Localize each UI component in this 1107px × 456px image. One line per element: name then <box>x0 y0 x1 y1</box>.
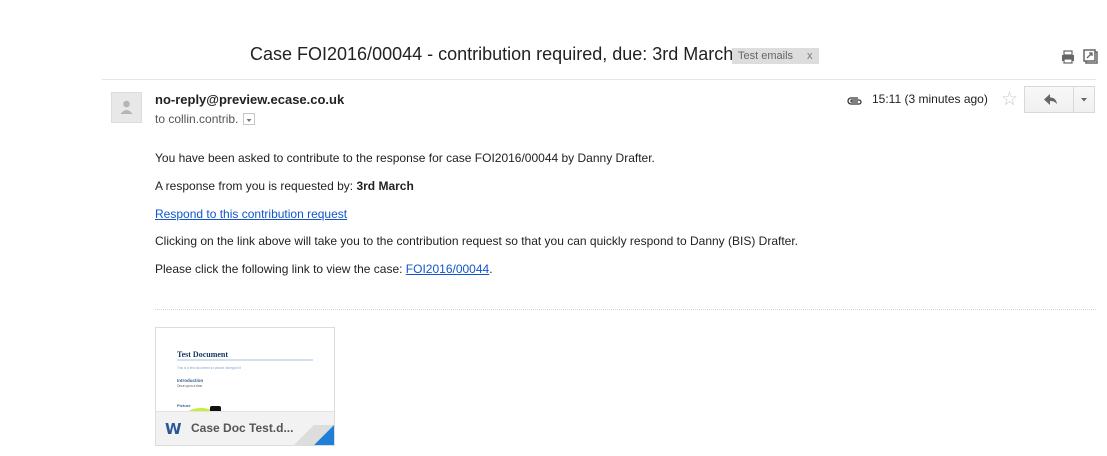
label-chip-text: Test emails <box>738 50 794 62</box>
attachment-clip-icon <box>846 94 864 106</box>
preview-picture-label: Picture <box>177 403 191 408</box>
print-icon[interactable] <box>1060 49 1076 65</box>
page-fold-icon <box>294 425 334 445</box>
due-prefix: A response from you is requested by: <box>155 179 357 193</box>
preview-subtitle: This is a test document so please disreg… <box>177 366 241 370</box>
body-paragraph-4: Clicking on the link above will take you… <box>155 234 799 248</box>
attachment-filename: Case Doc Test.d... <box>191 421 294 435</box>
avatar[interactable] <box>111 92 142 123</box>
case-link-suffix: . <box>489 262 493 276</box>
case-link[interactable]: FOI2016/00044 <box>406 262 489 276</box>
due-date: 3rd March <box>356 179 414 193</box>
timestamp: 15:11 (3 minutes ago) <box>872 92 988 106</box>
reply-icon <box>1044 94 1057 105</box>
respond-contribution-link[interactable]: Respond to this contribution request <box>155 207 347 221</box>
case-link-prefix: Please click the following link to view … <box>155 262 406 276</box>
chevron-down-icon <box>246 118 252 122</box>
recipient-text: to collin.contrib. <box>155 112 239 126</box>
label-remove-button[interactable]: x <box>807 50 813 62</box>
more-options-button[interactable] <box>1073 86 1095 113</box>
label-chip[interactable]: Test emails x <box>732 48 819 64</box>
preview-title: Test Document <box>177 350 228 359</box>
star-icon[interactable]: ☆ <box>1001 88 1018 111</box>
attachment-footer: W Case Doc Test.d... <box>156 411 334 445</box>
sender-address[interactable]: no-reply@preview.ecase.co.uk <box>155 92 344 107</box>
preview-heading: Introduction <box>177 378 203 383</box>
attachment-preview: Test Document This is a test document so… <box>177 350 313 413</box>
recipient-line: to collin.contrib. <box>155 112 256 126</box>
body-paragraph-5: Please click the following link to view … <box>155 262 493 276</box>
email-subject: Case FOI2016/00044 - contribution requir… <box>250 44 734 64</box>
recipient-details-dropdown[interactable] <box>243 112 256 125</box>
preview-heading-sub: Once upon a time <box>177 384 202 388</box>
chevron-down-icon <box>1081 98 1087 102</box>
attachment-card[interactable]: Test Document This is a test document so… <box>155 327 335 446</box>
body-paragraph-3: Respond to this contribution request <box>155 207 347 221</box>
body-paragraph-2: A response from you is requested by: 3rd… <box>155 179 414 193</box>
new-window-icon[interactable] <box>1083 49 1099 65</box>
body-paragraph-1: You have been asked to contribute to the… <box>155 151 655 165</box>
header-divider <box>102 79 1096 80</box>
word-icon: W <box>165 420 182 438</box>
attachments-divider <box>155 309 1096 310</box>
reply-button[interactable] <box>1024 86 1074 113</box>
person-icon <box>120 100 133 114</box>
